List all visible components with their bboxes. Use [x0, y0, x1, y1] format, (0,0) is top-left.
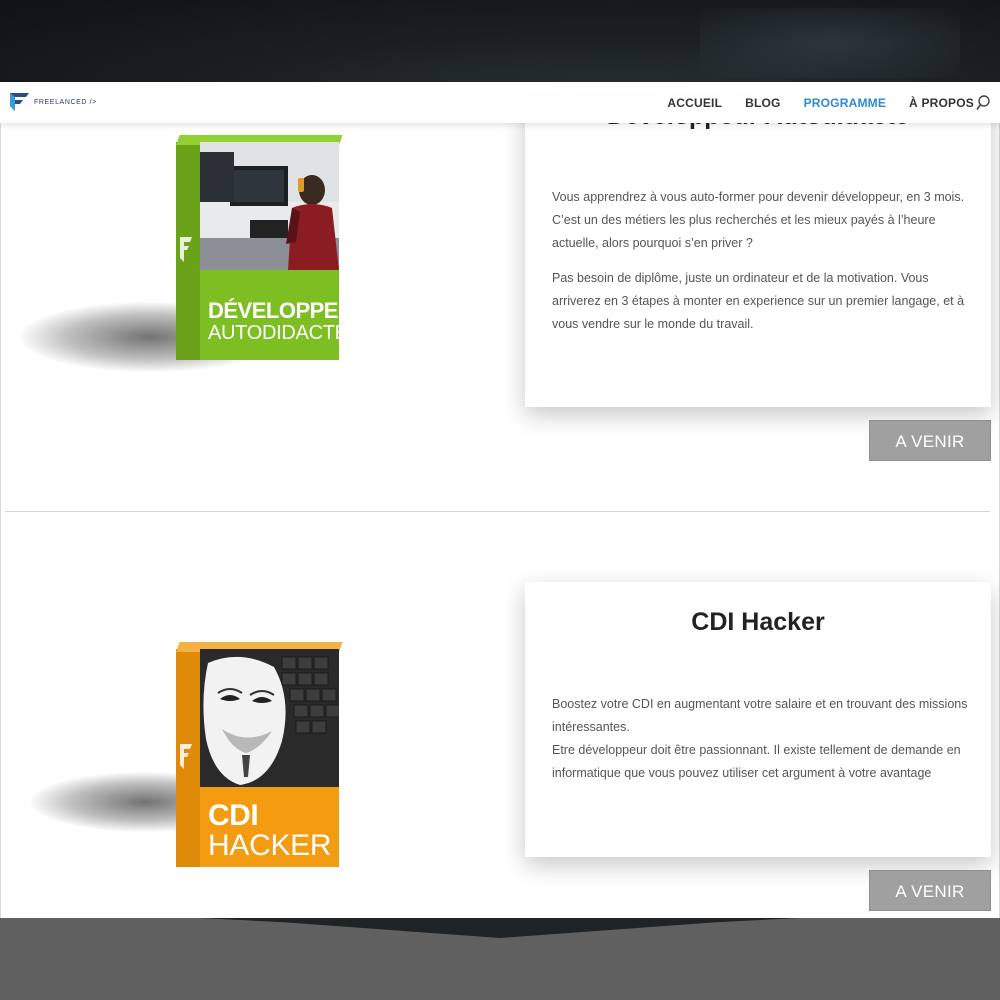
box-spine	[176, 142, 200, 360]
hero-background	[0, 0, 1000, 82]
program-2-card: CDI Hacker Boostez votre CDI en augmenta…	[525, 582, 991, 857]
logo-icon	[10, 93, 29, 111]
box-title-line2: AUTODIDACTE	[208, 322, 339, 344]
program-list: DÉVELOPPEUR AUTODIDACTE Développeur Auto…	[0, 82, 1000, 918]
hero-glow	[700, 8, 960, 78]
box-title-line1: DÉVELOPPEUR	[208, 298, 339, 323]
program-2-coming-soon-button[interactable]: A VENIR	[869, 870, 991, 911]
site-logo[interactable]: FREELANCED />	[9, 92, 97, 112]
nav-links: ACCUEIL BLOG PROGRAMME À PROPOS	[667, 82, 974, 123]
box-title-line1: CDI	[208, 799, 259, 832]
page-left-border	[0, 82, 1, 918]
nav-item-a-propos[interactable]: À PROPOS	[909, 96, 974, 110]
program-2-title: CDI Hacker	[691, 608, 825, 636]
program-1-coming-soon-button[interactable]: A VENIR	[869, 420, 991, 461]
program-2-paragraph-1: Boostez votre CDI en augmentant votre sa…	[552, 697, 968, 734]
program-1-paragraph-1: Vous apprendrez à vous auto-former pour …	[552, 190, 965, 250]
program-1-paragraph-2: Pas besoin de diplôme, juste un ordinate…	[552, 271, 965, 331]
program-1-description: Vous apprendrez à vous auto-former pour …	[552, 186, 972, 348]
nav-item-accueil[interactable]: ACCUEIL	[667, 96, 722, 110]
program-2-description: Boostez votre CDI en augmentant votre sa…	[552, 693, 972, 785]
program-2-box: CDI HACKER	[200, 649, 339, 867]
box-spine	[176, 649, 200, 867]
program-1-card: Développeur Autodidacte Vous apprendrez …	[525, 82, 991, 407]
mask-photo	[200, 649, 339, 787]
logo-text: FREELANCED />	[34, 98, 97, 106]
main-navbar: FREELANCED /> ACCUEIL BLOG PROGRAMME À P…	[0, 82, 1000, 123]
nav-item-blog[interactable]: BLOG	[745, 96, 780, 110]
box-title-line2: HACKER	[208, 829, 332, 862]
section-divider	[5, 511, 990, 512]
program-1-box: DÉVELOPPEUR AUTODIDACTE	[200, 142, 339, 360]
nav-item-programme[interactable]: PROGRAMME	[804, 96, 886, 110]
search-icon[interactable]	[976, 95, 990, 111]
program-2-paragraph-2: Etre développeur doit être passionnant. …	[552, 743, 961, 780]
footer-divider-shape	[200, 918, 800, 938]
developer-photo	[200, 142, 339, 270]
